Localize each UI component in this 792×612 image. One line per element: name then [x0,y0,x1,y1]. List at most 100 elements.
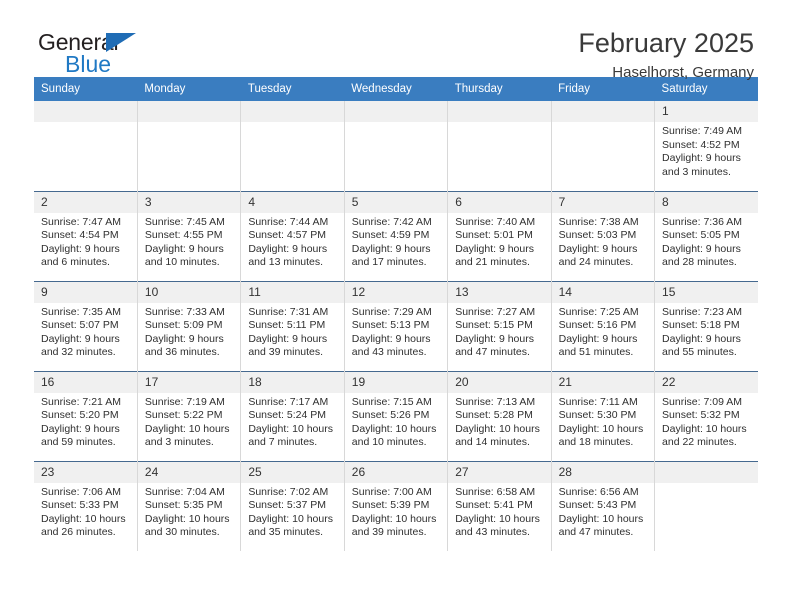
logo-triangle-icon [106,33,136,52]
sunrise-text: Sunrise: 7:40 AM [455,215,536,228]
sunrise-text: Sunrise: 7:29 AM [351,305,432,318]
day-sun-info: Sunrise: 7:25 AM Sunset: 5:16 PM Daylight:… [552,303,654,360]
calendar-day-cell[interactable]: 17 Sunrise: 7:19 AM Sunset: 5:22 PM Dayligh… [136,370,241,461]
calendar-body: 1 Sunrise: 7:49 AM Sunset: 4:52 PM Daylight… [34,101,758,551]
sunset-text: Sunset: 4:54 PM [41,229,119,242]
calendar-day-cell[interactable]: 5 Sunrise: 7:42 AM Sunset: 4:59 PM Daylight… [343,190,448,281]
day-sun-info: Sunrise: 7:17 AM Sunset: 5:24 PM Daylight:… [241,393,343,450]
calendar-day-cell[interactable]: 28 Sunrise: 6:56 AM Sunset: 5:43 PM Dayligh… [550,460,655,551]
sunrise-text: Sunrise: 7:27 AM [455,305,536,318]
day-sun-info: Sunrise: 7:44 AM Sunset: 4:57 PM Daylight:… [241,213,343,270]
calendar-day-cell[interactable]: 12 Sunrise: 7:29 AM Sunset: 5:13 PM Dayligh… [343,280,448,371]
calendar-week-row: 2 Sunrise: 7:47 AM Sunset: 4:54 PM Daylight… [34,190,758,281]
daylight-text: Daylight: 9 hours and 13 minutes. [248,242,328,269]
calendar-day-cell[interactable]: 7 Sunrise: 7:38 AM Sunset: 5:03 PM Daylight… [550,190,655,281]
sunrise-text: Sunrise: 7:19 AM [144,395,225,408]
sunset-text: Sunset: 5:20 PM [41,409,119,422]
day-number: 22 [655,371,758,393]
day-number: 28 [551,461,655,483]
calendar-cell-empty [343,101,448,191]
calendar-day-cell[interactable]: 21 Sunrise: 7:11 AM Sunset: 5:30 PM Dayligh… [550,370,655,461]
calendar-day-cell[interactable]: 23 Sunrise: 7:06 AM Sunset: 5:33 PM Dayligh… [34,460,138,551]
calendar-day-cell[interactable]: 22 Sunrise: 7:09 AM Sunset: 5:32 PM Dayligh… [654,370,758,461]
day-sun-info: Sunrise: 7:31 AM Sunset: 5:11 PM Daylight:… [241,303,343,360]
title-block: February 2025 Haselhorst, Germany [578,28,754,82]
sunrise-text: Sunrise: 7:38 AM [558,215,639,228]
calendar-cell-empty [34,101,138,191]
calendar-week-row: 23 Sunrise: 7:06 AM Sunset: 5:33 PM Dayligh… [34,460,758,551]
day-sun-info: Sunrise: 7:13 AM Sunset: 5:28 PM Daylight:… [448,393,550,450]
page-subtitle: Haselhorst, Germany [612,64,754,81]
daylight-text: Daylight: 9 hours and 47 minutes. [455,332,534,359]
calendar-day-cell[interactable]: 8 Sunrise: 7:36 AM Sunset: 5:05 PM Daylight… [654,190,758,281]
calendar-day-cell[interactable]: 11 Sunrise: 7:31 AM Sunset: 5:11 PM Dayligh… [240,280,345,371]
sunrise-text: Sunrise: 7:21 AM [41,395,121,408]
sunset-text: Sunset: 5:41 PM [455,499,533,512]
calendar-day-cell[interactable]: 2 Sunrise: 7:47 AM Sunset: 4:54 PM Daylight… [34,190,138,281]
day-sun-info: Sunrise: 7:00 AM Sunset: 5:39 PM Daylight:… [345,483,447,540]
day-number: 4 [241,191,344,213]
day-number: 15 [655,281,758,303]
sunrise-text: Sunrise: 7:31 AM [248,305,329,318]
sunset-text: Sunset: 5:13 PM [351,319,430,332]
weekday-header-thursday: Thursday [447,77,552,101]
daylight-text: Daylight: 10 hours and 7 minutes. [248,422,333,449]
weekday-header-tuesday: Tuesday [240,77,345,101]
logo-text-general: General [38,29,119,55]
day-sun-info: Sunrise: 6:58 AM Sunset: 5:41 PM Daylight:… [448,483,550,540]
day-number: 27 [448,461,551,483]
day-number: 25 [241,461,344,483]
calendar-day-cell[interactable]: 24 Sunrise: 7:04 AM Sunset: 5:35 PM Dayligh… [136,460,241,551]
calendar-day-cell[interactable]: 26 Sunrise: 7:00 AM Sunset: 5:39 PM Dayligh… [343,460,448,551]
day-sun-info: Sunrise: 7:33 AM Sunset: 5:09 PM Daylight:… [138,303,240,360]
sunset-text: Sunset: 5:07 PM [41,319,119,332]
daylight-text: Daylight: 9 hours and 24 minutes. [558,242,638,269]
sunset-text: Sunset: 5:09 PM [144,319,223,332]
day-number: 24 [137,461,241,483]
daylight-text: Daylight: 9 hours and 17 minutes. [351,242,431,269]
calendar-day-cell[interactable]: 25 Sunrise: 7:02 AM Sunset: 5:37 PM Dayligh… [240,460,345,551]
daylight-text: Daylight: 9 hours and 51 minutes. [558,332,638,359]
daylight-text: Daylight: 9 hours and 28 minutes. [662,242,741,269]
daylight-text: Daylight: 10 hours and 18 minutes. [558,422,644,449]
day-number: 2 [34,191,137,213]
sunrise-text: Sunrise: 7:02 AM [248,485,329,498]
sunrise-text: Sunrise: 7:09 AM [662,395,742,408]
day-number: 17 [137,371,241,393]
calendar-day-cell[interactable]: 10 Sunrise: 7:33 AM Sunset: 5:09 PM Dayligh… [136,280,241,371]
calendar-day-cell[interactable]: 27 Sunrise: 6:58 AM Sunset: 5:41 PM Dayligh… [447,460,552,551]
calendar-day-cell[interactable]: 9 Sunrise: 7:35 AM Sunset: 5:07 PM Daylight… [34,280,138,371]
calendar-day-cell[interactable]: 19 Sunrise: 7:15 AM Sunset: 5:26 PM Dayligh… [343,370,448,461]
daylight-text: Daylight: 9 hours and 10 minutes. [144,242,224,269]
calendar-week-row: 9 Sunrise: 7:35 AM Sunset: 5:07 PM Daylight… [34,280,758,371]
sunrise-text: Sunrise: 7:42 AM [351,215,432,228]
day-number: 5 [344,191,448,213]
day-sun-info: Sunrise: 7:29 AM Sunset: 5:13 PM Daylight:… [345,303,447,360]
calendar-day-cell[interactable]: 6 Sunrise: 7:40 AM Sunset: 5:01 PM Daylight… [447,190,552,281]
general-blue-logo[interactable]: General Blue [38,30,238,82]
calendar-day-cell[interactable]: 16 Sunrise: 7:21 AM Sunset: 5:20 PM Dayligh… [34,370,138,461]
day-sun-info: Sunrise: 7:35 AM Sunset: 5:07 PM Daylight:… [34,303,137,360]
calendar-day-cell[interactable]: 20 Sunrise: 7:13 AM Sunset: 5:28 PM Dayligh… [447,370,552,461]
sunrise-text: Sunrise: 7:23 AM [662,305,742,318]
calendar-day-cell[interactable]: 13 Sunrise: 7:27 AM Sunset: 5:15 PM Dayligh… [447,280,552,371]
sunrise-text: Sunrise: 7:15 AM [351,395,432,408]
sunrise-text: Sunrise: 7:04 AM [144,485,225,498]
daylight-text: Daylight: 9 hours and 59 minutes. [41,422,120,449]
day-number: 18 [241,371,344,393]
day-number [34,101,137,122]
day-number: 11 [241,281,344,303]
sunset-text: Sunset: 5:33 PM [41,499,119,512]
day-sun-info: Sunrise: 7:42 AM Sunset: 4:59 PM Daylight:… [345,213,447,270]
calendar-day-cell[interactable]: 1 Sunrise: 7:49 AM Sunset: 4:52 PM Daylight… [654,101,758,191]
calendar-day-cell[interactable]: 14 Sunrise: 7:25 AM Sunset: 5:16 PM Dayligh… [550,280,655,371]
day-sun-info: Sunrise: 7:09 AM Sunset: 5:32 PM Daylight:… [655,393,758,450]
calendar-day-cell[interactable]: 15 Sunrise: 7:23 AM Sunset: 5:18 PM Dayligh… [654,280,758,371]
sunrise-text: Sunrise: 7:25 AM [558,305,639,318]
calendar-table: Sunday Monday Tuesday Wednesday Thursday Frid… [34,77,758,551]
calendar-day-cell[interactable]: 18 Sunrise: 7:17 AM Sunset: 5:24 PM Dayligh… [240,370,345,461]
calendar-day-cell[interactable]: 4 Sunrise: 7:44 AM Sunset: 4:57 PM Daylight… [240,190,345,281]
calendar-cell-empty [240,101,345,191]
calendar-day-cell[interactable]: 3 Sunrise: 7:45 AM Sunset: 4:55 PM Daylight… [136,190,241,281]
sunset-text: Sunset: 5:39 PM [351,499,430,512]
